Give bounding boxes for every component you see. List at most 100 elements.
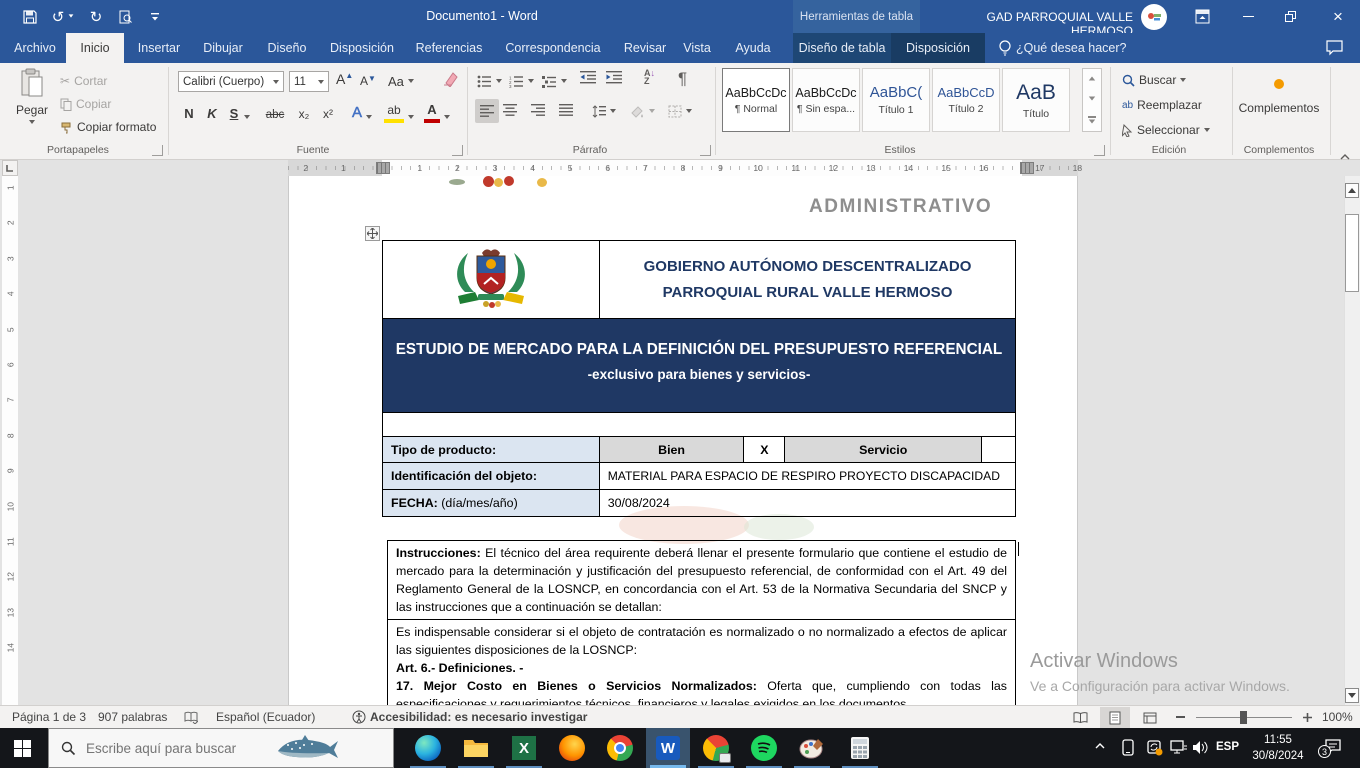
taskbar-edge-icon[interactable] bbox=[406, 728, 450, 768]
style-card[interactable]: AaB Título bbox=[1002, 68, 1070, 132]
addins-button[interactable]: Complementos bbox=[1234, 71, 1324, 115]
tab-ayuda[interactable]: Ayuda bbox=[726, 33, 780, 63]
grow-font-button[interactable]: A▲ bbox=[336, 71, 353, 87]
align-right-button[interactable] bbox=[531, 103, 545, 121]
line-spacing-button[interactable] bbox=[592, 101, 616, 121]
decrease-indent-icon[interactable] bbox=[580, 71, 596, 89]
tray-phone-icon[interactable] bbox=[1122, 739, 1134, 759]
superscript-button[interactable]: x² bbox=[318, 101, 338, 123]
style-card[interactable]: AaBbC( Título 1 bbox=[862, 68, 930, 132]
highlight-button[interactable]: ab bbox=[384, 101, 404, 123]
paragraph-dialog-launcher[interactable] bbox=[700, 145, 711, 156]
taskbar-paint-icon[interactable] bbox=[790, 728, 834, 768]
tray-volume-icon[interactable] bbox=[1192, 740, 1209, 758]
font-color-dropdown-icon[interactable] bbox=[444, 115, 450, 119]
tray-sync-icon[interactable] bbox=[1146, 739, 1163, 759]
customize-qat-icon[interactable] bbox=[146, 6, 164, 27]
fecha-value-cell[interactable]: 30/08/2024 bbox=[599, 490, 1015, 517]
shading-button[interactable] bbox=[630, 101, 655, 121]
zoom-slider-thumb[interactable] bbox=[1240, 711, 1247, 724]
comments-icon[interactable] bbox=[1326, 40, 1343, 61]
taskbar-word-icon[interactable]: W bbox=[646, 728, 690, 768]
ribbon-display-options-icon[interactable] bbox=[1180, 0, 1224, 33]
strikethrough-button[interactable]: abc bbox=[262, 101, 288, 123]
underline-button[interactable]: S bbox=[226, 101, 242, 123]
underline-dropdown-icon[interactable] bbox=[244, 115, 250, 119]
font-dialog-launcher[interactable] bbox=[452, 145, 463, 156]
taskbar-explorer-icon[interactable] bbox=[454, 728, 498, 768]
language-indicator[interactable]: Español (Ecuador) bbox=[216, 706, 315, 728]
justify-button[interactable] bbox=[559, 103, 573, 121]
print-layout-button[interactable] bbox=[1100, 707, 1130, 728]
tab-referencias[interactable]: Referencias bbox=[408, 33, 490, 63]
tab-vista[interactable]: Vista bbox=[676, 33, 718, 63]
table-move-handle[interactable] bbox=[365, 226, 380, 241]
x-mark-cell[interactable]: X bbox=[744, 437, 785, 463]
style-card[interactable]: AaBbCcDc ¶ Normal bbox=[722, 68, 790, 132]
replace-button[interactable]: ab Reemplazar bbox=[1122, 95, 1202, 115]
font-name-combo[interactable]: Calibri (Cuerpo) bbox=[178, 71, 284, 92]
taskbar-excel-icon[interactable]: X bbox=[502, 728, 546, 768]
instructions-cell[interactable]: Instrucciones: El técnico del área requi… bbox=[388, 541, 1016, 620]
accessibility-status[interactable]: Accesibilidad: es necesario investigar bbox=[370, 706, 587, 728]
tray-language[interactable]: ESP bbox=[1216, 741, 1239, 753]
close-button[interactable]: × bbox=[1316, 0, 1360, 33]
tray-clock[interactable]: 11:55 30/8/2024 bbox=[1243, 732, 1313, 764]
taskbar-chrome-icon[interactable] bbox=[598, 728, 642, 768]
web-layout-button[interactable] bbox=[1135, 707, 1165, 728]
italic-button[interactable]: K bbox=[204, 101, 220, 123]
tray-network-icon[interactable] bbox=[1170, 740, 1187, 758]
print-preview-icon[interactable] bbox=[115, 6, 135, 27]
tell-me-box[interactable]: ¿Qué desea hacer? bbox=[1016, 33, 1136, 63]
borders-button[interactable] bbox=[668, 101, 692, 121]
align-left-button[interactable] bbox=[475, 99, 499, 123]
paste-button[interactable]: Pegar bbox=[10, 68, 54, 140]
word-count[interactable]: 907 palabras bbox=[98, 706, 167, 728]
multilevel-list-button[interactable] bbox=[542, 71, 567, 91]
clipboard-dialog-launcher[interactable] bbox=[152, 145, 163, 156]
taskbar-calculator-icon[interactable] bbox=[838, 728, 882, 768]
highlight-dropdown-icon[interactable] bbox=[408, 115, 414, 119]
numbering-button[interactable]: 123 bbox=[509, 71, 534, 91]
tab-diseno-de-tabla[interactable]: Diseño de tabla bbox=[793, 33, 891, 63]
show-marks-button[interactable]: ¶ bbox=[678, 69, 687, 89]
table-column-marker[interactable] bbox=[376, 162, 390, 174]
undo-dropdown-icon[interactable] bbox=[68, 14, 74, 18]
scroll-down-button[interactable] bbox=[1345, 688, 1359, 703]
sort-button[interactable]: A↓Z bbox=[644, 69, 655, 85]
tab-diseno[interactable]: Diseño bbox=[258, 33, 316, 63]
tab-correspondencia[interactable]: Correspondencia bbox=[496, 33, 610, 63]
minimize-button[interactable] bbox=[1226, 0, 1270, 33]
header-table[interactable]: GOBIERNO AUTÓNOMO DESCENTRALIZADO PARROQ… bbox=[382, 240, 1016, 437]
text-effects-button[interactable]: A bbox=[348, 101, 366, 123]
style-card[interactable]: AaBbCcD Título 2 bbox=[932, 68, 1000, 132]
styles-more-icon[interactable] bbox=[1088, 116, 1096, 123]
tab-selector[interactable] bbox=[2, 160, 18, 176]
document-page[interactable]: ADMINISTRATIVO bbox=[288, 176, 1078, 705]
bullets-button[interactable] bbox=[477, 71, 502, 91]
instructions-table[interactable]: Instrucciones: El técnico del área requi… bbox=[387, 540, 1016, 705]
cut-button[interactable]: ✂ Cortar bbox=[60, 71, 107, 91]
change-case-button[interactable]: Aa bbox=[388, 71, 414, 91]
save-icon[interactable] bbox=[20, 6, 40, 27]
taskbar-spotify-icon[interactable] bbox=[742, 728, 786, 768]
servicio-check-cell[interactable] bbox=[982, 437, 1016, 463]
taskbar-chrome-remote-icon[interactable] bbox=[694, 728, 738, 768]
text-effects-dropdown-icon[interactable] bbox=[366, 115, 372, 119]
styles-scroll-up-icon[interactable] bbox=[1089, 77, 1095, 81]
align-center-button[interactable] bbox=[503, 103, 517, 121]
horizontal-ruler[interactable]: 21 12345678910111213141516 1718 bbox=[288, 160, 1078, 176]
tab-disposicion[interactable]: Disposición bbox=[322, 33, 402, 63]
objeto-value-cell[interactable]: MATERIAL PARA ESPACIO DE RESPIRO PROYECT… bbox=[599, 463, 1015, 490]
restore-button[interactable] bbox=[1268, 0, 1312, 33]
font-size-combo[interactable]: 11 bbox=[289, 71, 329, 92]
undo-icon[interactable]: ↺ bbox=[48, 6, 68, 27]
search-input[interactable] bbox=[84, 740, 274, 757]
scroll-up-button[interactable] bbox=[1345, 183, 1359, 198]
taskbar-firefox-icon[interactable] bbox=[550, 728, 594, 768]
redo-icon[interactable]: ↻ bbox=[86, 6, 106, 27]
vertical-ruler[interactable]: 1234567891011121314 bbox=[2, 176, 18, 705]
read-mode-button[interactable] bbox=[1065, 707, 1095, 728]
body-cell[interactable]: Es indispensable considerar si el objeto… bbox=[388, 620, 1016, 706]
taskbar-search[interactable] bbox=[48, 728, 394, 768]
